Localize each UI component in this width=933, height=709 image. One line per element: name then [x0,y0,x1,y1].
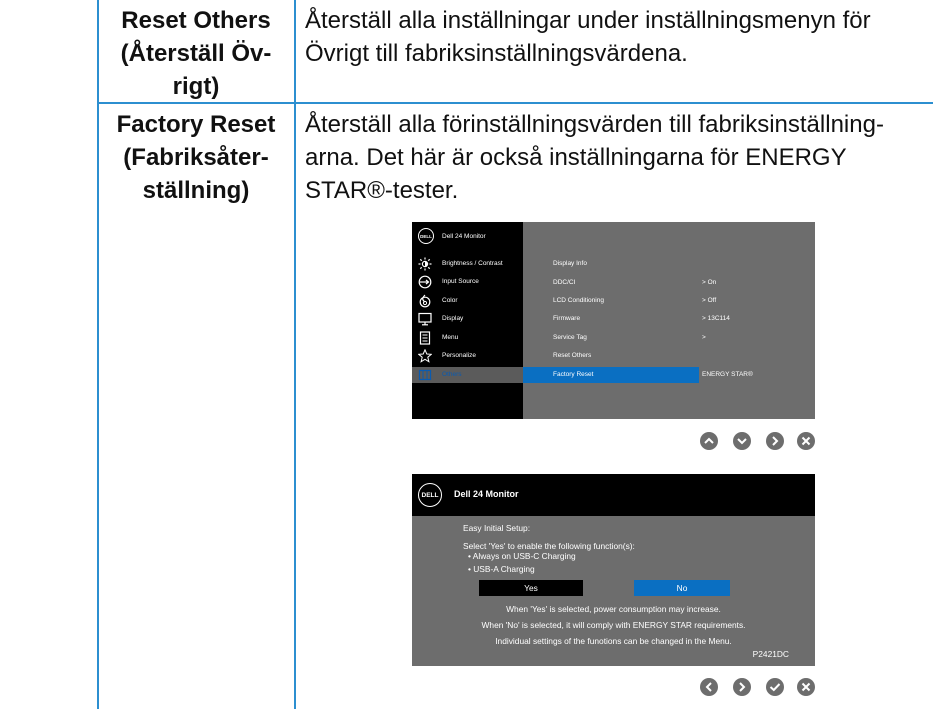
osd-menu-item-color[interactable]: Color [412,293,523,309]
osd-submenu-reset-others[interactable]: Reset Others [553,352,591,359]
osd-submenu-service-tag[interactable]: Service Tag [553,334,587,341]
dialog-title: Dell 24 Monitor [454,489,519,499]
dialog-note: Individual settings of the funotions can… [495,636,732,646]
easy-initial-setup-dialog: DELL Dell 24 Monitor Easy Initial Setup:… [412,474,815,666]
osd-submenu-factory-reset[interactable]: Factory Reset [553,371,593,378]
up-icon[interactable] [699,431,719,451]
osd-value-energy-star: ENERGY STAR® [702,371,753,378]
osd-value-service-tag: > [702,334,706,341]
input-source-icon [418,275,432,289]
dialog-prompt: Select 'Yes' to enable the following fun… [463,541,635,551]
brightness-icon [418,257,432,271]
model-number: P2421DC [752,649,789,659]
label-line: rigt) [172,73,220,100]
osd-menu-item-label: Menu [442,334,459,341]
left-icon[interactable] [699,677,719,697]
osd-submenu-ddc-ci[interactable]: DDC/CI [553,279,575,286]
dell-logo: DELL [418,483,442,507]
label-line: Factory Reset [116,111,276,138]
description-line: arna. Det här är också inställningarna f… [305,144,847,171]
description-line: Återställ alla förinställningsvärden til… [305,111,884,138]
description-line: Återställ alla inställningar under instä… [305,7,871,34]
dialog-note: When 'Yes' is selected, power consumptio… [506,604,721,614]
menu-icon [419,331,431,345]
display-icon [418,312,432,326]
osd-selection-highlight [523,367,699,383]
row-description-reset-others: Återställ alla inställningar under instä… [305,4,915,70]
row-label-factory-reset: Factory Reset (Fabriksåter- ställning) [98,108,294,207]
close-icon[interactable] [796,677,816,697]
osd-value-firmware: > 13C114 [702,315,730,322]
down-icon[interactable] [732,431,752,451]
dialog-heading: Easy Initial Setup: [463,523,531,533]
row-label-reset-others: Reset Others (Återställ Öv- rigt) [98,4,294,103]
close-icon[interactable] [796,431,816,451]
osd-menu-screenshot: DELL Dell 24 Monitor Brightness / Contra… [412,222,815,419]
star-icon [418,349,432,363]
dell-logo: DELL [418,228,434,244]
others-icon [418,369,432,381]
table-border-middle [294,0,296,709]
description-line: Övrigt till fabriksinställningsvärdena. [305,40,688,67]
osd-submenu-display-info[interactable]: Display Info [553,260,587,267]
osd-menu-item-label: Input Source [442,278,479,285]
right-icon[interactable] [765,431,785,451]
row-description-factory-reset: Återställ alla förinställningsvärden til… [305,108,915,207]
osd-menu-item-menu[interactable]: Menu [412,330,523,346]
dialog-bullet: • Always on USB-C Charging [468,551,576,561]
label-line: (Återställ Öv- [120,40,272,67]
osd-menu-item-brightness[interactable]: Brightness / Contrast [412,256,523,272]
description-line: STAR®-tester. [305,177,459,204]
osd-value-ddc-ci: > On [702,279,717,286]
dialog-bullet: • USB-A Charging [468,564,535,574]
osd-menu-item-input-source[interactable]: Input Source [412,274,523,290]
osd-menu-item-label: Personalize [442,352,476,359]
label-line: (Fabriksåter- [123,144,269,171]
label-line: Reset Others [121,7,271,34]
dialog-note: When 'No' is selected, it will comply wi… [481,620,746,630]
osd-menu-item-label: Display [442,315,464,322]
osd-title: Dell 24 Monitor [442,233,486,240]
check-icon[interactable] [765,677,785,697]
osd-menu-item-personalize[interactable]: Personalize [412,348,523,364]
osd-submenu-lcd-conditioning[interactable]: LCD Conditioning [553,297,604,304]
osd-menu-item-display[interactable]: Display [412,311,523,327]
osd-menu-item-label: Color [442,297,458,304]
color-icon [419,294,431,308]
osd-submenu-firmware[interactable]: Firmware [553,315,580,322]
osd-menu-item-label: Brightness / Contrast [442,260,503,267]
yes-button[interactable]: Yes [479,580,583,596]
osd-value-lcd-conditioning: > Off [702,297,717,304]
osd-menu-item-label: Others [442,371,462,378]
no-button[interactable]: No [634,580,730,596]
osd-menu-item-others[interactable]: Others [412,367,523,383]
label-line: ställning) [142,177,250,204]
right-icon[interactable] [732,677,752,697]
